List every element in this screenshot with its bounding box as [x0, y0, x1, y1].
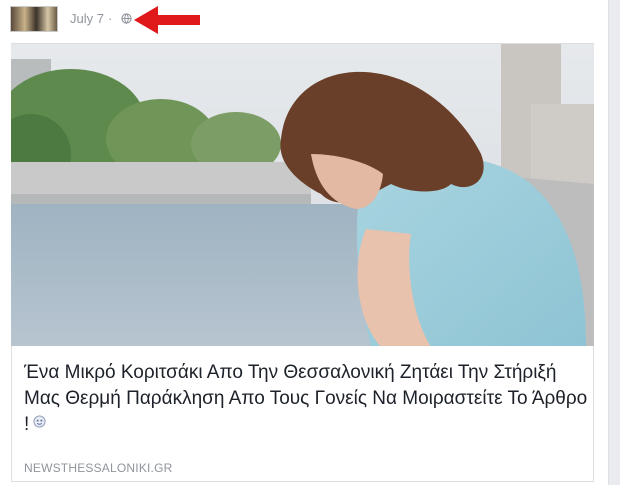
globe-icon[interactable] [121, 13, 132, 24]
article-headline[interactable]: Ένα Μικρό Κοριτσάκι Απο Την Θεσσαλονική … [24, 360, 589, 438]
article-source[interactable]: NEWSTHESSALONIKI.GR [24, 461, 173, 475]
red-arrow-icon [134, 6, 200, 34]
article-photo[interactable] [11, 43, 594, 347]
link-preview[interactable]: Ένα Μικρό Κοριτσάκι Απο Την Θεσσαλονική … [11, 346, 594, 482]
smiley-icon [33, 415, 46, 428]
post-header: July 7 · [10, 2, 600, 34]
date-separator: · [108, 11, 113, 26]
post-date[interactable]: July 7 [70, 11, 104, 26]
headline-text[interactable]: Ένα Μικρό Κοριτσάκι Απο Την Θεσσαλονική … [24, 362, 587, 435]
post-card: July 7 · Ένα Μικρό Κοριτσάκι Απο Την Θεσ… [0, 0, 609, 485]
avatar[interactable] [10, 6, 58, 32]
